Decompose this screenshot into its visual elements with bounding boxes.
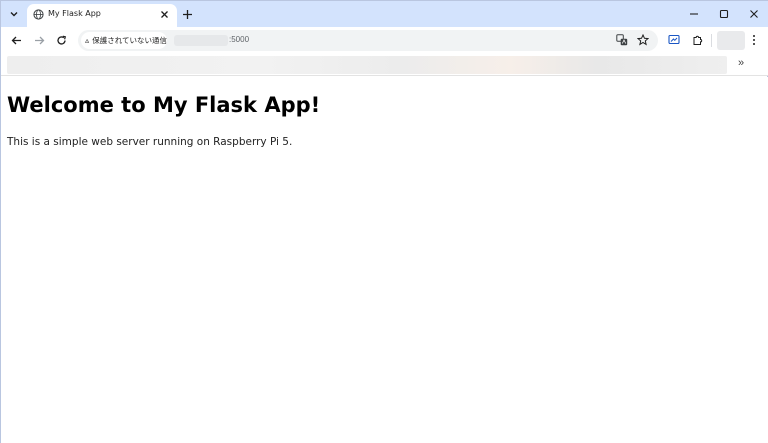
close-window-button[interactable]: [745, 5, 763, 23]
new-tab-button[interactable]: [179, 6, 195, 22]
translate-icon: [616, 34, 628, 46]
bookmarks-overflow-button[interactable]: »: [738, 57, 744, 69]
star-icon: [637, 34, 649, 46]
close-icon: [750, 10, 758, 18]
chevron-down-icon: [10, 12, 18, 17]
extensions-button[interactable]: [690, 32, 706, 48]
bookmark-star-button[interactable]: [635, 32, 651, 48]
kebab-icon: [753, 35, 755, 45]
minimize-button[interactable]: [685, 5, 703, 23]
toolbar-separator: [711, 34, 712, 47]
globe-icon: [33, 9, 44, 20]
maximize-button[interactable]: [715, 5, 733, 23]
profile-button[interactable]: [717, 31, 745, 50]
tab-strip: My Flask App: [1, 1, 768, 27]
translate-button[interactable]: [614, 32, 630, 48]
bookmarks-bar: »: [1, 54, 768, 76]
tab-title: My Flask App: [48, 9, 101, 18]
active-tab[interactable]: My Flask App: [27, 4, 177, 27]
reload-button[interactable]: [53, 32, 69, 48]
cast-button[interactable]: [666, 32, 682, 48]
redacted-bookmarks: [7, 56, 727, 74]
reload-icon: [56, 35, 66, 45]
cast-icon: [668, 34, 680, 45]
toolbar: 保護されていない通信 :5000: [1, 27, 768, 54]
arrow-right-icon: [34, 36, 44, 44]
redacted-host: [174, 35, 228, 46]
tab-search-button[interactable]: [6, 6, 22, 22]
maximize-icon: [719, 9, 729, 19]
close-icon: [161, 11, 168, 18]
security-chip-label: 保護されていない通信: [92, 36, 167, 45]
browser-window: My Flask App 保護されていない通信:5000 » Welcome …: [0, 0, 768, 443]
plus-icon: [182, 9, 192, 19]
tab-close-button[interactable]: [158, 8, 171, 21]
page-paragraph: This is a simple web server running on R…: [7, 136, 293, 148]
address-bar[interactable]: 保護されていない通信 :5000: [78, 30, 658, 51]
security-chip[interactable]: 保護されていない通信: [81, 32, 167, 49]
page-heading: Welcome to My Flask App!: [7, 93, 321, 117]
menu-button[interactable]: [746, 32, 762, 48]
back-button[interactable]: [8, 32, 24, 48]
arrow-left-icon: [11, 36, 21, 44]
puzzle-icon: [693, 35, 703, 45]
page-content: Welcome to My Flask App! This is a simpl…: [1, 77, 768, 443]
forward-button[interactable]: [31, 32, 47, 48]
warning-icon: [85, 38, 90, 43]
url-port: :5000: [229, 35, 250, 44]
minimize-icon: [690, 13, 698, 15]
